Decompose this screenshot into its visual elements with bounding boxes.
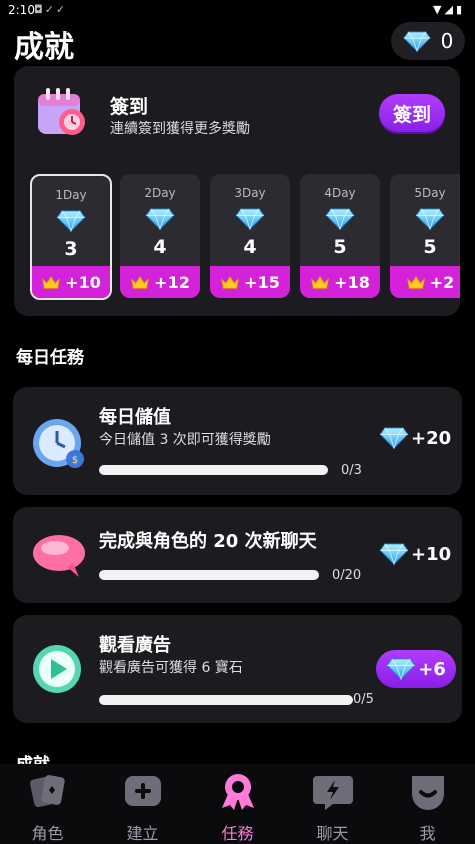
checkin-title: 簽到 bbox=[110, 96, 149, 118]
chat-bubble-icon bbox=[33, 535, 85, 577]
day-bonus: +10 bbox=[65, 272, 101, 292]
day-label: 5Day bbox=[414, 186, 446, 200]
day-value: 5 bbox=[333, 236, 347, 258]
gem-balance[interactable]: 0 bbox=[391, 22, 465, 60]
page-title: 成就 bbox=[14, 30, 74, 65]
svg-text:$: $ bbox=[72, 455, 78, 466]
daily-tasks-heading: 每日任務 bbox=[16, 348, 84, 368]
tab-label: 角色 bbox=[31, 824, 64, 843]
task-reward-amount: +10 bbox=[411, 543, 452, 565]
task-title: 觀看廣告 bbox=[99, 635, 171, 656]
gem-icon bbox=[379, 543, 409, 565]
day-label: 3Day bbox=[234, 186, 266, 200]
tab-tasks[interactable]: 任務 bbox=[190, 772, 285, 844]
task-progress-count: 0/20 bbox=[332, 568, 362, 583]
battery-icon: ▮ bbox=[455, 3, 465, 16]
day-value: 4 bbox=[243, 236, 257, 258]
calendar-icon bbox=[38, 88, 85, 135]
task-progress-bar bbox=[99, 570, 319, 580]
task-progress-bar bbox=[99, 695, 353, 705]
check-icon: ✓ bbox=[55, 3, 68, 16]
clock-icon: $ bbox=[33, 419, 84, 468]
task-reward: +10 bbox=[379, 543, 451, 565]
day-label: 4Day bbox=[324, 186, 356, 200]
day-bonus: +18 bbox=[334, 272, 370, 292]
task-progress-count: 0/3 bbox=[341, 463, 362, 478]
task-subtitle: 今日儲值 3 次即可獲得獎勵 bbox=[99, 432, 271, 448]
day-value: 3 bbox=[64, 238, 78, 260]
gem-icon bbox=[325, 208, 355, 230]
crown-icon bbox=[41, 275, 61, 290]
day-label: 2Day bbox=[144, 186, 176, 200]
gem-icon bbox=[379, 427, 409, 449]
cards-icon bbox=[29, 775, 65, 808]
signal-icon: ◢ bbox=[444, 3, 456, 16]
task-progress-bar bbox=[99, 465, 328, 475]
task-progress-count: 0/5 bbox=[353, 692, 374, 707]
camera-icon: ◘ bbox=[34, 3, 45, 16]
ribbon-icon bbox=[221, 774, 254, 810]
checkin-day[interactable]: 3Day 4 +15 bbox=[210, 174, 290, 298]
task-card-watch-ad: 觀看廣告 觀看廣告可獲得 6 寶石 0/5 +6 bbox=[13, 615, 462, 723]
tab-me[interactable]: 我 bbox=[380, 772, 475, 844]
day-label: 1Day bbox=[55, 188, 87, 202]
tab-chat[interactable]: 聊天 bbox=[285, 772, 380, 844]
status-time: 2:10 bbox=[8, 3, 35, 17]
task-card-chat: 完成與角色的 20 次新聊天 0/20 +10 bbox=[13, 507, 462, 603]
notification-icons: ◘✓✓ bbox=[34, 3, 67, 16]
status-bar: 2:10 ◘✓✓ ▼◢▮ bbox=[0, 0, 475, 22]
wifi-icon: ▼ bbox=[433, 3, 445, 16]
task-card-daily-recharge: $ 每日儲值 今日儲值 3 次即可獲得獎勵 0/3 +20 bbox=[13, 387, 462, 495]
day-bonus: +12 bbox=[154, 272, 190, 292]
check-icon: ✓ bbox=[44, 3, 56, 16]
gem-icon bbox=[145, 208, 175, 230]
watch-ad-reward-button[interactable]: +6 bbox=[376, 650, 456, 688]
checkin-day[interactable]: 1Day 3 +10 bbox=[30, 174, 112, 300]
day-value: 5 bbox=[423, 236, 437, 258]
tab-label: 建立 bbox=[126, 824, 159, 843]
task-title: 每日儲值 bbox=[99, 407, 171, 428]
crown-icon bbox=[406, 275, 426, 290]
gem-count: 0 bbox=[440, 29, 454, 53]
checkin-subtitle: 連續簽到獲得更多獎勵 bbox=[110, 121, 250, 137]
crown-icon bbox=[220, 275, 240, 290]
tab-create[interactable]: 建立 bbox=[95, 772, 190, 844]
tab-label: 任務 bbox=[221, 824, 254, 843]
day-bonus: +2 bbox=[429, 272, 455, 292]
chat-bolt-icon bbox=[312, 776, 353, 810]
task-reward: +20 bbox=[379, 427, 451, 449]
gem-icon bbox=[403, 31, 431, 52]
bottom-tab-bar: 角色 建立 任務 聊天 我 bbox=[0, 764, 475, 844]
gem-icon bbox=[56, 210, 86, 232]
checkin-card: 簽到 連續簽到獲得更多獎勵 簽到 1Day 3 +10 2Day 4 +12 3… bbox=[14, 66, 460, 316]
profile-icon bbox=[411, 776, 444, 810]
gem-icon bbox=[386, 658, 416, 680]
system-icons: ▼◢▮ bbox=[433, 3, 465, 16]
checkin-day[interactable]: 4Day 5 +18 bbox=[300, 174, 380, 298]
tab-label: 聊天 bbox=[316, 824, 349, 843]
gem-icon bbox=[415, 208, 445, 230]
checkin-day[interactable]: 2Day 4 +12 bbox=[120, 174, 200, 298]
checkin-days[interactable]: 1Day 3 +10 2Day 4 +12 3Day 4 +15 4Day 5 … bbox=[30, 174, 460, 300]
checkin-day[interactable]: 5Day 5 +2 bbox=[390, 174, 460, 298]
task-subtitle: 觀看廣告可獲得 6 寶石 bbox=[99, 660, 243, 676]
crown-icon bbox=[130, 275, 150, 290]
tab-label: 我 bbox=[419, 824, 436, 843]
task-reward-amount: +20 bbox=[411, 427, 452, 449]
crown-icon bbox=[310, 275, 330, 290]
checkin-button[interactable]: 簽到 bbox=[379, 94, 445, 132]
tab-characters[interactable]: 角色 bbox=[0, 772, 95, 844]
gem-icon bbox=[235, 208, 265, 230]
play-icon bbox=[33, 645, 81, 693]
task-title: 完成與角色的 20 次新聊天 bbox=[99, 531, 317, 552]
add-icon bbox=[124, 776, 161, 806]
day-bonus: +15 bbox=[244, 272, 280, 292]
task-reward-amount: +6 bbox=[418, 658, 446, 680]
day-value: 4 bbox=[153, 236, 167, 258]
